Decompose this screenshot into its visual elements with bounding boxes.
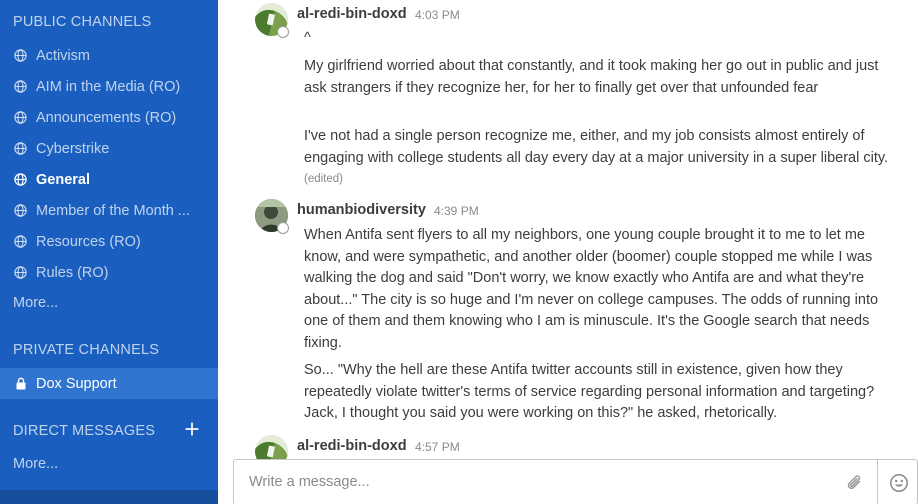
message-timestamp[interactable]: 4:57 PM [415,440,460,454]
direct-messages-more-link[interactable]: More... [13,456,58,472]
message-composer[interactable]: Write a message... [233,459,918,504]
public-channels-more-link[interactable]: More... [13,295,58,311]
channel-label: Activism [36,47,90,64]
paperclip-icon[interactable] [845,473,865,493]
sidebar: PUBLIC CHANNELS Activism AIM in the Medi… [0,0,218,504]
message-text: So... "Why the hell are these Antifa twi… [304,362,875,421]
channel-label: Announcements (RO) [36,109,177,126]
add-direct-message-icon[interactable] [184,421,200,437]
channel-label: Cyberstrike [36,140,110,157]
lock-icon [14,377,27,390]
globe-icon [14,49,27,62]
channel-label: General [36,171,90,188]
private-channels-header: PRIVATE CHANNELS [13,342,160,358]
channel-label: Dox Support [36,375,117,392]
channel-general[interactable]: General [0,164,218,195]
message-text: When Antifa sent flyers to all my neighb… [304,227,879,351]
channel-dox-support[interactable]: Dox Support [0,368,218,399]
channel-label: Rules (RO) [36,264,109,281]
message-author[interactable]: al-redi-bin-doxd [297,438,407,454]
channel-label: Resources (RO) [36,233,141,250]
message-timestamp[interactable]: 4:39 PM [434,204,479,218]
message-author[interactable]: al-redi-bin-doxd [297,6,407,22]
globe-icon [14,266,27,279]
globe-icon [14,80,27,93]
channel-announcements[interactable]: Announcements (RO) [0,102,218,133]
channel-resources[interactable]: Resources (RO) [0,226,218,257]
message-text: ^ [304,30,311,46]
globe-icon [14,235,27,248]
channel-rules[interactable]: Rules (RO) [0,257,218,288]
message-list: al-redi-bin-doxd 4:03 PM ^ My girlfriend… [218,0,918,504]
emoji-icon[interactable] [889,473,909,493]
message-author[interactable]: humanbiodiversity [297,202,426,218]
public-channels-header: PUBLIC CHANNELS [13,14,152,30]
direct-messages-header: DIRECT MESSAGES [13,423,156,439]
sidebar-footer [0,490,218,504]
channel-label: Member of the Month ... [36,202,190,219]
channel-aim-in-the-media[interactable]: AIM in the Media (RO) [0,71,218,102]
globe-icon [14,142,27,155]
message-timestamp[interactable]: 4:03 PM [415,8,460,22]
status-offline-icon [277,26,289,38]
edited-indicator: (edited) [304,173,343,185]
message-text: My girlfriend worried about that constan… [304,58,879,96]
channel-label: AIM in the Media (RO) [36,78,181,95]
globe-icon [14,111,27,124]
message-text: I've not had a single person recognize m… [304,128,889,166]
channel-cyberstrike[interactable]: Cyberstrike [0,133,218,164]
channel-activism[interactable]: Activism [0,40,218,71]
channel-member-of-the-month[interactable]: Member of the Month ... [0,195,218,226]
message-input[interactable]: Write a message... [249,474,370,490]
composer-divider [877,460,878,504]
globe-icon [14,204,27,217]
globe-icon [14,173,27,186]
status-offline-icon [277,222,289,234]
